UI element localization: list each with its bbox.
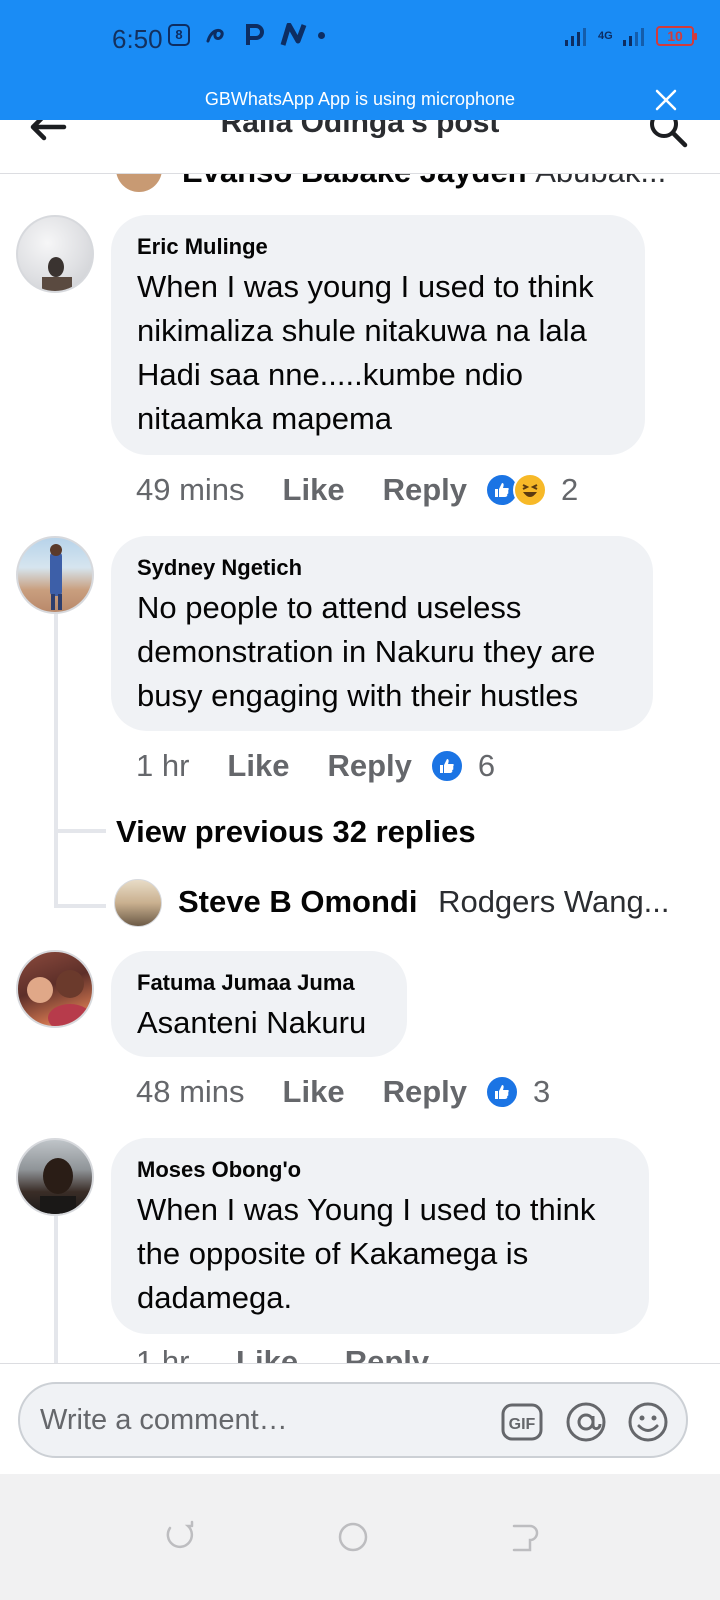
notification-icons: 8 [168,22,325,47]
comment-actions: 49 mins Like Reply 2 [136,470,578,510]
comment-bubble[interactable]: Eric Mulinge When I was young I used to … [111,215,645,455]
thread-line-branch [58,904,106,908]
reply-author[interactable]: Steve B Omondi [178,884,417,919]
clipped-reply-row[interactable]: Evanso Babake Jayden Abubak... [0,174,720,194]
signal-icon [565,28,586,46]
system-navigation-bar [0,1474,720,1600]
like-reaction-icon [429,749,464,783]
home-icon[interactable] [336,1520,370,1554]
comment-actions: 1 hr Like Reply 6 [136,746,495,786]
view-previous-replies-link[interactable]: View previous 32 replies [116,814,476,850]
comment-author[interactable]: Fatuma Jumaa Juma [137,969,381,997]
reply-button[interactable]: Reply [383,472,467,508]
gif-icon[interactable]: GIF [500,1400,544,1444]
comment-author[interactable]: Eric Mulinge [137,233,619,261]
reaction-count[interactable]: 3 [533,1074,550,1110]
status-time: 6:50 [112,24,163,54]
comment-composer: GIF [0,1363,720,1473]
comment-text: Asanteni Nakuru [137,1005,367,1040]
comment-bubble[interactable]: Fatuma Jumaa Juma Asanteni Nakuru [111,951,407,1057]
mention-icon[interactable] [564,1400,608,1444]
more-notifications-dot-icon [318,31,325,39]
reply-preview-row[interactable]: Steve B Omondi Rodgers Wang... [178,884,670,920]
avatar[interactable] [116,174,162,192]
comment-input[interactable] [40,1398,490,1442]
avatar[interactable] [16,950,94,1028]
battery-icon: 10 [656,26,697,46]
like-button[interactable]: Like [283,472,345,508]
reactions[interactable] [429,749,464,783]
thread-line-branch [58,829,106,833]
like-button[interactable]: Like [227,748,289,784]
comment-text: When I was Young I used to think the opp… [137,1192,596,1315]
status-bar: 6:50 8 4G 10 [0,0,720,80]
reply-preview: Rodgers Wang... [438,884,670,919]
reaction-count[interactable]: 6 [478,748,495,784]
reply-button[interactable]: Reply [327,748,411,784]
like-button[interactable]: Like [283,1074,345,1110]
comment-time: 1 hr [136,1344,190,1364]
reaction-count[interactable]: 2 [561,472,578,508]
gif-label: GIF [509,1416,536,1433]
mic-banner-text: GBWhatsApp App is using microphone [204,89,516,109]
avatar[interactable] [16,215,94,293]
reactions[interactable] [485,1075,519,1109]
reply-button[interactable]: Reply [345,1344,429,1364]
swirl-app-icon [204,23,228,47]
comment-author[interactable]: Sydney Ngetich [137,554,627,582]
comment-time: 49 mins [136,472,245,507]
p-app-icon [242,23,266,47]
recent-apps-icon[interactable] [164,1520,198,1554]
search-icon[interactable] [648,120,688,148]
emoji-icon[interactable] [626,1400,670,1444]
back-icon[interactable] [508,1520,542,1554]
avatar[interactable] [16,536,94,614]
comment-author[interactable]: Moses Obong'o [137,1156,623,1184]
comment-box[interactable]: GIF [18,1382,688,1458]
app-notification-icon: 8 [168,24,190,46]
comment-time: 48 mins [136,1074,245,1109]
n-app-icon [280,22,307,47]
reactions[interactable] [485,473,547,507]
post-header: Raila Odinga's post [0,120,720,174]
reply-preview: Abubak... [535,174,666,189]
haha-reaction-icon [513,473,547,507]
comment-time: 1 hr [136,748,190,783]
comment-bubble[interactable]: Sydney Ngetich No people to attend usele… [111,536,653,731]
like-button[interactable]: Like [236,1344,298,1364]
comment-bubble[interactable]: Moses Obong'o When I was Young I used to… [111,1138,649,1334]
network-type-label: 4G [598,30,613,42]
page-title: Raila Odinga's post [220,120,500,139]
comment-text: When I was young I used to think nikimal… [137,269,594,436]
thread-line [54,612,58,908]
reply-author[interactable]: Evanso Babake Jayden [182,174,527,189]
avatar[interactable] [16,1138,94,1216]
comment-text: No people to attend useless demonstratio… [137,590,596,713]
close-icon[interactable] [652,86,680,114]
avatar[interactable] [114,879,162,927]
like-reaction-icon [485,1075,519,1109]
system-status-icons: 4G 10 [564,26,697,46]
comment-actions: 48 mins Like Reply 3 [136,1072,550,1112]
reply-button[interactable]: Reply [383,1074,467,1110]
microphone-in-use-banner[interactable]: GBWhatsApp App is using microphone [0,80,720,120]
signal-2-icon [623,28,644,46]
comment-actions: 1 hr Like Reply [0,1334,720,1364]
